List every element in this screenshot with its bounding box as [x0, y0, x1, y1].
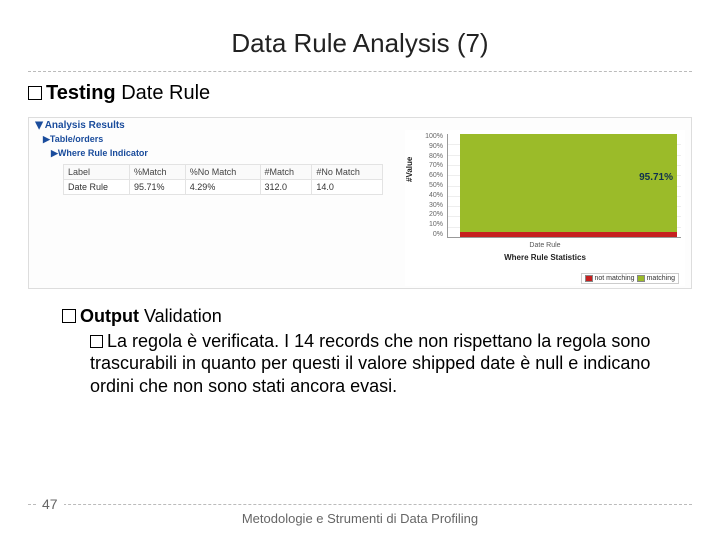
output-body-prefix: La [107, 331, 127, 351]
x-tick-label: Date Rule [405, 242, 685, 249]
plot-area: 95.71% [447, 134, 681, 238]
table-orders-node: ▶Table/orders [43, 134, 103, 145]
bullet-box-icon [90, 335, 103, 348]
table-header-row: Label %Match %No Match #Match #No Match [64, 165, 383, 180]
cell-pnomatch: 4.29% [185, 180, 260, 195]
chart-legend: not matching matching [581, 273, 680, 284]
testing-heading: Testing Date Rule [0, 82, 720, 113]
slide-footer: 47 Metodologie e Strumenti di Data Profi… [0, 504, 720, 526]
divider [28, 504, 692, 505]
divider [28, 71, 692, 72]
cell-nmatch: 312.0 [260, 180, 312, 195]
col-nmatch: #Match [260, 165, 312, 180]
page-number: 47 [36, 496, 64, 512]
results-table: Label %Match %No Match #Match #No Match … [63, 164, 383, 195]
testing-prefix: Testing [46, 82, 116, 104]
bar-not-matching [460, 232, 677, 237]
chart-title: Where Rule Statistics [405, 253, 685, 262]
table-row: Date Rule 95.71% 4.29% 312.0 14.0 [64, 180, 383, 195]
slide-title: Data Rule Analysis (7) [0, 0, 720, 71]
col-pnomatch: %No Match [185, 165, 260, 180]
legend-notmatching: not matching [595, 275, 635, 282]
bar-matching [460, 134, 677, 232]
testing-rule: Date Rule [121, 82, 210, 104]
output-section: Output Validation La regola è verificata… [0, 299, 720, 397]
y-axis-label: #Value [405, 157, 414, 182]
col-label: Label [64, 165, 130, 180]
chevron-down-icon: ▶ [33, 122, 44, 130]
cell-pmatch: 95.71% [129, 180, 185, 195]
footer-text: Metodologie e Strumenti di Data Profilin… [0, 511, 720, 526]
legend-matching: matching [647, 275, 675, 282]
chevron-down-icon: ▶ [43, 134, 50, 144]
tool-screenshot: ▶Analysis Results ▶Table/orders ▶Where R… [28, 117, 692, 289]
chevron-down-icon: ▶ [51, 148, 58, 158]
legend-swatch-matching [637, 275, 645, 282]
bullet-box-icon [62, 309, 76, 323]
y-ticks: 100%90%80%70%60%50%40%30%20%10%0% [419, 132, 443, 240]
cell-label: Date Rule [64, 180, 130, 195]
legend-swatch-notmatching [585, 275, 593, 282]
col-pmatch: %Match [129, 165, 185, 180]
where-rule-indicator-node: ▶Where Rule Indicator [51, 148, 148, 159]
cell-nnomatch: 14.0 [312, 180, 383, 195]
output-body-text: regola è verificata. I 14 records che no… [90, 331, 650, 396]
where-rule-chart: #Value 100%90%80%70%60%50%40%30%20%10%0%… [405, 130, 685, 286]
bullet-box-icon [28, 86, 42, 100]
col-nnomatch: #No Match [312, 165, 383, 180]
bar-annotation: 95.71% [639, 172, 673, 183]
output-head-suffix: Validation [144, 306, 222, 326]
output-head-prefix: Output [80, 306, 139, 326]
analysis-results-header: ▶Analysis Results [35, 120, 125, 131]
